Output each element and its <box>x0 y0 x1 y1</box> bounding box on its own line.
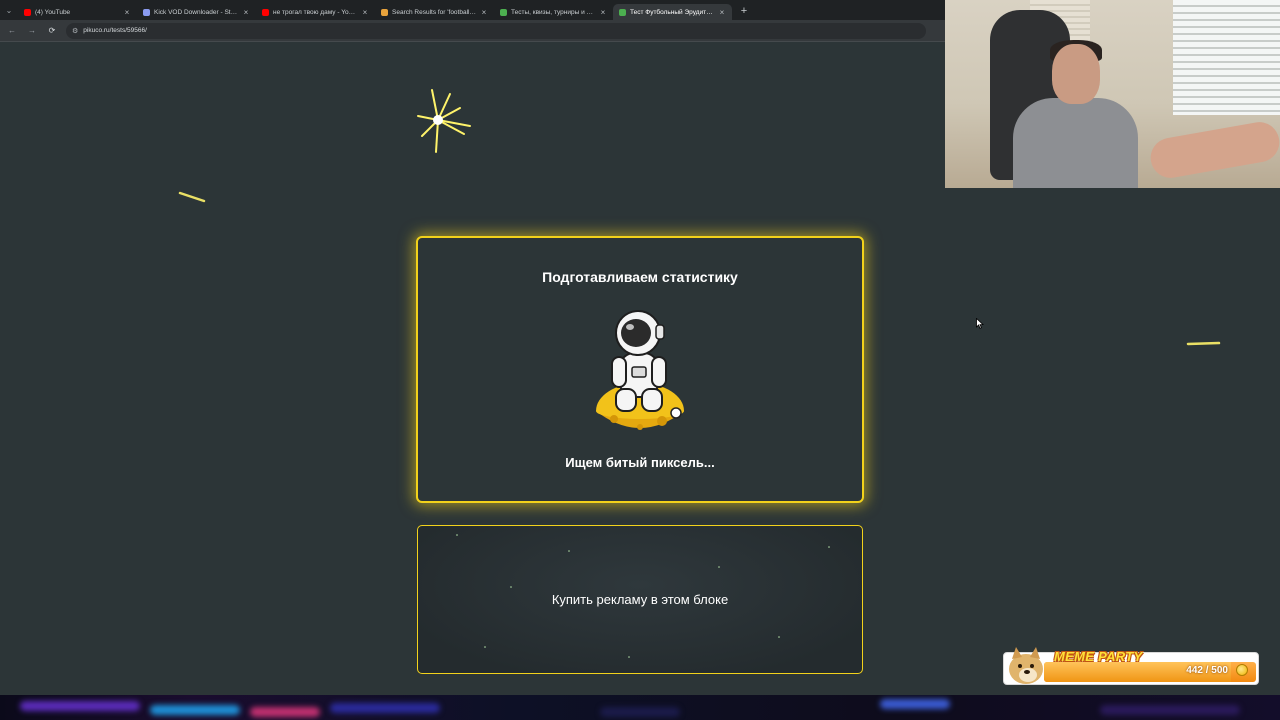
tab-title[interactable]: Тесты, квизы, турниры и тир <box>511 9 595 16</box>
site-info-icon[interactable]: ⚙ <box>72 27 78 35</box>
close-icon[interactable]: × <box>361 8 369 17</box>
cursor-icon <box>976 318 984 329</box>
stats-card: Подготавливаем статистику Ищем битый пик… <box>416 236 864 503</box>
close-icon[interactable]: × <box>480 8 488 17</box>
close-icon[interactable]: × <box>242 8 250 17</box>
stats-status-text: Ищем битый пиксель... <box>565 455 715 470</box>
forward-icon[interactable]: → <box>26 25 38 37</box>
browser-tab[interactable]: не трогал твою даму - YouTube × <box>256 4 375 20</box>
tab-title[interactable]: (4) YouTube <box>35 9 119 16</box>
keyboard-strip <box>0 695 1280 720</box>
url-field[interactable]: ⚙ pikuco.ru/tests/59566/ <box>66 22 926 39</box>
doge-avatar <box>1009 647 1043 684</box>
close-icon[interactable]: × <box>718 8 726 17</box>
browser-tab[interactable]: (4) YouTube × <box>18 4 137 20</box>
meme-party-count: 442 / 500 <box>1186 665 1228 676</box>
browser-tab[interactable]: Тесты, квизы, турниры и тир × <box>494 4 613 20</box>
coin-icon <box>1236 664 1248 676</box>
tab-title[interactable]: не трогал твою даму - YouTube <box>273 9 357 16</box>
tab-title[interactable]: Тест Футбольный Эрудит #9 <box>630 9 714 16</box>
tab-list: (4) YouTube × Kick VOD Downloader - Stream… <box>18 0 732 20</box>
stats-title: Подготавливаем статистику <box>542 269 738 285</box>
ad-block[interactable]: Купить рекламу в этом блоке <box>417 525 863 674</box>
close-icon[interactable]: × <box>123 8 131 17</box>
ad-block-label[interactable]: Купить рекламу в этом блоке <box>552 592 728 607</box>
address-bar: ← → ⟳ ⚙ pikuco.ru/tests/59566/ <box>0 20 945 42</box>
meme-party-title: MEME PARTY <box>1054 649 1143 664</box>
tab-title[interactable]: Search Results for 'football' - Tu <box>392 9 476 16</box>
spark-streak <box>178 191 206 203</box>
tab-favicon-icon <box>262 8 269 16</box>
spark-streak <box>1186 341 1221 346</box>
new-tab-icon[interactable]: + <box>736 3 752 19</box>
browser-tab[interactable]: Тест Футбольный Эрудит #9 × <box>613 4 732 20</box>
close-icon[interactable]: × <box>599 8 607 17</box>
astronaut-illustration <box>596 310 684 437</box>
tab-favicon-icon <box>619 8 626 16</box>
tab-favicon-icon <box>143 8 150 16</box>
tab-dropdown-icon[interactable]: ⌄ <box>0 0 18 20</box>
webcam-overlay <box>945 0 1280 188</box>
browser-tab[interactable]: Kick VOD Downloader - Stream × <box>137 4 256 20</box>
meme-party-widget: MEME PARTY 442 / 500 <box>1003 647 1259 685</box>
tab-favicon-icon <box>381 8 388 16</box>
firework-spark <box>417 89 471 153</box>
browser-tab[interactable]: Search Results for 'football' - Tu × <box>375 4 494 20</box>
url-text[interactable]: pikuco.ru/tests/59566/ <box>83 27 147 34</box>
back-icon[interactable]: ← <box>6 25 18 37</box>
tab-favicon-icon <box>24 8 31 16</box>
tab-favicon-icon <box>500 8 507 16</box>
browser-tab-bar: ⌄ (4) YouTube × Kick VOD Downloader - Stre… <box>0 0 945 20</box>
tab-title[interactable]: Kick VOD Downloader - Stream <box>154 9 238 16</box>
reload-icon[interactable]: ⟳ <box>46 25 58 37</box>
